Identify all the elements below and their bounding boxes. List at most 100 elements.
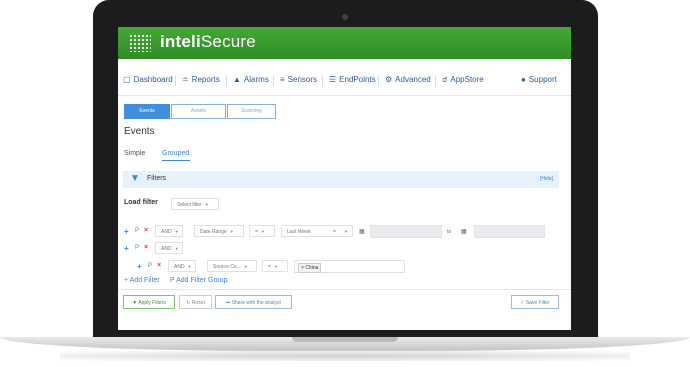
main-nav: ▢ Dashboard ≐ Reports ▲ Alarms ≡ Sensors ☰ En…	[118, 71, 571, 93]
value-tag: × China	[298, 263, 322, 273]
nav-advanced[interactable]: ⚙ Advanced	[385, 75, 431, 84]
tag-label: China	[305, 265, 319, 271]
operator-value: AND	[161, 246, 172, 252]
save-filter-button[interactable]: ✓ Save Filter	[511, 295, 559, 309]
share-analyst-button[interactable]: ➦ Share with the analyst	[215, 295, 292, 309]
subtab-grouped[interactable]: Grouped	[162, 150, 189, 157]
chevron-down-icon: ▼	[187, 264, 192, 269]
share-icon: ➦	[226, 300, 231, 306]
logo-prefix: inteli	[160, 32, 201, 51]
nav-divider-line	[118, 95, 571, 96]
add-condition-icon[interactable]: +	[124, 244, 129, 253]
reset-button[interactable]: ↻ Reset	[179, 295, 212, 309]
nav-reports-label: Reports	[191, 75, 220, 84]
nav-sensors-label: Sensors	[287, 75, 318, 84]
monitor-icon: ▢	[123, 75, 131, 84]
value-text: Last Week	[287, 229, 311, 235]
calendar-icon[interactable]: ▦	[359, 228, 365, 235]
field-value: Date Range	[200, 229, 227, 235]
nav-appstore[interactable]: ☌ AppStore	[442, 75, 484, 84]
condition-select[interactable]: = ▼	[249, 225, 275, 237]
value-op: =	[333, 229, 336, 235]
nav-alarms[interactable]: ▲ Alarms	[233, 75, 269, 84]
chevron-down-icon: ▼	[260, 229, 265, 234]
reset-label: Reset	[191, 300, 205, 306]
chart-icon: ≐	[182, 75, 189, 84]
nav-dashboard[interactable]: ▢ Dashboard	[123, 75, 173, 84]
date-from-input[interactable]	[370, 225, 442, 238]
sliders-icon: ≡	[280, 75, 285, 84]
nav-sensors[interactable]: ≡ Sensors	[280, 75, 317, 84]
add-group-icon[interactable]: P	[135, 245, 139, 251]
add-group-icon[interactable]: P	[135, 228, 139, 234]
field-value: Source Co...	[213, 264, 241, 270]
chevron-down-icon: ▼	[344, 229, 348, 234]
operator-select[interactable]: AND ▼	[168, 260, 196, 272]
tag-remove-icon[interactable]: ×	[301, 265, 304, 271]
tab-events[interactable]: Events	[124, 104, 170, 119]
calendar-icon[interactable]: ▦	[461, 228, 467, 235]
nav-divider	[322, 76, 323, 86]
laptop-notch	[292, 337, 398, 342]
page-title: Events	[124, 126, 155, 137]
operator-select[interactable]: AND ▼	[155, 242, 183, 254]
remove-condition-icon[interactable]: ×	[157, 262, 161, 269]
chat-icon: ●	[521, 75, 526, 84]
nav-alarms-label: Alarms	[243, 75, 269, 84]
logo-suffix: Secure	[200, 32, 256, 51]
date-to-input[interactable]	[474, 225, 545, 238]
chevron-down-icon: ▼	[174, 229, 179, 234]
apply-filters-button[interactable]: ▼ Apply Filters	[123, 295, 175, 309]
load-filter-placeholder: Select filter	[177, 202, 202, 208]
nav-endpoints[interactable]: ☰ EndPoints	[329, 75, 376, 84]
operator-select[interactable]: AND ▼	[155, 225, 183, 237]
check-icon: ✓	[520, 300, 525, 306]
operator-value: AND	[174, 264, 185, 270]
cart-icon: ☌	[442, 75, 448, 84]
load-filter-select[interactable]: Select filter ▼	[171, 198, 219, 210]
field-select[interactable]: Source Co... ▼	[207, 260, 257, 272]
funnel-icon: ▼	[132, 300, 138, 306]
condition-value: =	[268, 264, 271, 270]
hide-filters-link[interactable]: [Hide]	[540, 176, 553, 182]
condition-select[interactable]: = ▼	[262, 260, 288, 272]
nav-dashboard-label: Dashboard	[133, 75, 173, 84]
load-filter-label: Load filter	[124, 199, 158, 206]
apply-filters-label: Apply Filters	[138, 300, 166, 306]
condition-value: =	[255, 229, 258, 235]
field-select[interactable]: Date Range ▼	[194, 225, 244, 237]
add-filter-label: Add Filter	[129, 277, 160, 284]
nav-divider	[378, 76, 379, 86]
remove-condition-icon[interactable]: ×	[144, 244, 148, 251]
list-icon: ☰	[329, 75, 337, 84]
add-group-icon[interactable]: P	[148, 263, 152, 269]
remove-condition-icon[interactable]: ×	[144, 227, 148, 234]
nav-support[interactable]: ● Support	[521, 75, 557, 84]
chevron-down-icon: ▼	[243, 264, 248, 269]
camera-dot	[342, 14, 348, 20]
date-to-label: to	[447, 229, 452, 235]
add-condition-icon[interactable]: +	[137, 262, 142, 271]
app-header: inteliSecure	[118, 27, 571, 59]
add-filter-group-link[interactable]: P Add Filter Group	[170, 277, 227, 284]
value-tag-input[interactable]: × China	[294, 260, 405, 273]
nav-advanced-label: Advanced	[395, 75, 431, 84]
nav-divider	[435, 76, 436, 86]
add-condition-icon[interactable]: +	[124, 227, 129, 236]
filters-title: Filters	[147, 175, 167, 182]
chevron-down-icon: ▼	[204, 202, 209, 207]
filters-panel-header: ▼ Filters [Hide]	[123, 171, 559, 188]
subtab-simple[interactable]: Simple	[124, 150, 145, 157]
app-logo[interactable]: inteliSecure	[160, 32, 256, 52]
save-filter-label: Save Filter	[525, 300, 550, 306]
tab-assets[interactable]: Assets	[171, 104, 226, 119]
value-select[interactable]: Last Week = ▼	[281, 225, 353, 237]
app-screen: inteliSecure ▢ Dashboard ≐ Reports ▲ Alarms…	[118, 27, 571, 330]
tab-scanning[interactable]: Scanning	[227, 104, 276, 119]
nav-divider	[273, 76, 274, 86]
group-icon: P	[170, 277, 175, 284]
subtab-active-underline	[162, 160, 190, 161]
nav-reports[interactable]: ≐ Reports	[182, 75, 220, 84]
add-filter-link[interactable]: + Add Filter	[124, 277, 160, 284]
chevron-down-icon: ▼	[174, 246, 179, 251]
